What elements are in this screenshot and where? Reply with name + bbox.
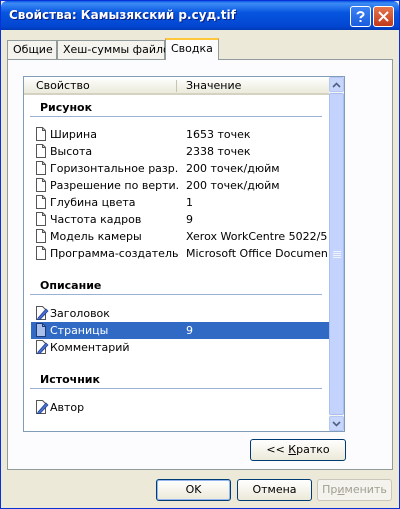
column-property[interactable]: Свойство (36, 79, 90, 92)
group-divider (30, 116, 322, 117)
close-icon (378, 11, 389, 22)
group-divider (30, 294, 322, 295)
tab-file-hashes[interactable]: Хеш-суммы файлов (57, 40, 176, 59)
document-icon (36, 144, 46, 158)
column-value[interactable]: Значение (186, 79, 241, 92)
properties-list[interactable]: Свойство Значение Рисунок Ширина 1653 то… (23, 76, 345, 432)
group-divider (30, 388, 322, 389)
property-name: Глубина цвета (50, 196, 136, 209)
edit-document-icon (36, 340, 49, 354)
document-icon (36, 195, 46, 209)
property-name: Заголовок (50, 307, 110, 320)
document-icon (36, 178, 46, 192)
list-item[interactable]: Программа-создатель Microsoft Office Doc… (32, 245, 328, 262)
group-title-description: Описание (40, 279, 102, 292)
brief-button[interactable]: << Кратко (250, 439, 346, 461)
property-value: Microsoft Office Documen... (186, 247, 328, 260)
document-icon (36, 229, 46, 243)
document-icon (36, 323, 46, 337)
document-icon (36, 161, 46, 175)
question-icon (356, 11, 365, 22)
tab-general[interactable]: Общие (7, 40, 57, 59)
list-item-selected[interactable]: Страницы 9 (31, 322, 329, 339)
property-name: Страницы (50, 324, 109, 337)
list-item[interactable]: Глубина цвета 1 (32, 194, 328, 211)
property-value: 200 точек/дюйм (186, 179, 280, 192)
apply-button[interactable]: Применить (317, 479, 392, 501)
cancel-button[interactable]: Отмена (237, 479, 312, 501)
property-value: 200 точек/дюйм (186, 162, 280, 175)
property-value: 2338 точек (186, 145, 251, 158)
scroll-up-button[interactable] (329, 77, 344, 92)
property-name: Автор (50, 401, 85, 414)
property-name: Программа-создатель (50, 247, 178, 260)
property-name: Модель камеры (50, 230, 142, 243)
list-item[interactable]: Горизонтальное разр... 200 точек/дюйм (32, 160, 328, 177)
scroll-down-button[interactable] (329, 416, 344, 431)
chevron-down-icon (332, 420, 341, 427)
property-name: Комментарий (50, 341, 130, 354)
property-name: Высота (50, 145, 93, 158)
ok-button[interactable]: OK (156, 479, 231, 501)
property-value: 9 (186, 324, 193, 337)
list-header: Свойство Значение (24, 77, 329, 95)
property-name: Ширина (50, 128, 97, 141)
list-item[interactable]: Частота кадров 9 (32, 211, 328, 228)
edit-document-icon (36, 306, 49, 320)
chevron-up-icon (332, 81, 341, 88)
property-value: Xerox WorkCentre 5022/5... (186, 230, 328, 243)
document-icon (36, 246, 46, 260)
property-name: Горизонтальное разр... (50, 162, 178, 175)
window-title: Свойства: Камызякский р.суд.tif (9, 8, 236, 22)
document-icon (36, 127, 46, 141)
grip-icon (332, 251, 341, 258)
property-value: 9 (186, 213, 193, 226)
tab-summary[interactable]: Сводка (165, 38, 219, 60)
column-divider[interactable] (176, 80, 177, 92)
list-item[interactable]: Разрешение по верти... 200 точек/дюйм (32, 177, 328, 194)
title-bar[interactable]: Свойства: Камызякский р.суд.tif (1, 1, 399, 30)
list-item[interactable]: Автор (32, 399, 328, 416)
list-item[interactable]: Заголовок (32, 305, 328, 322)
properties-dialog: Свойства: Камызякский р.суд.tif Общие Хе… (0, 0, 400, 509)
close-button[interactable] (373, 6, 394, 27)
scroll-thumb[interactable] (329, 93, 344, 415)
list-item[interactable]: Высота 2338 точек (32, 143, 328, 160)
document-icon (36, 212, 46, 226)
property-value: 1653 точек (186, 128, 251, 141)
vertical-scrollbar[interactable] (329, 77, 344, 431)
group-title-source: Источник (40, 373, 100, 386)
list-item[interactable]: Ширина 1653 точек (32, 126, 328, 143)
group-title-picture: Рисунок (40, 101, 93, 114)
property-value: 1 (186, 196, 193, 209)
edit-document-icon (36, 400, 49, 414)
list-item[interactable]: Модель камеры Xerox WorkCentre 5022/5... (32, 228, 328, 245)
property-name: Разрешение по верти... (50, 179, 178, 192)
help-button[interactable] (350, 6, 371, 27)
property-name: Частота кадров (50, 213, 142, 226)
list-item[interactable]: Комментарий (32, 339, 328, 356)
